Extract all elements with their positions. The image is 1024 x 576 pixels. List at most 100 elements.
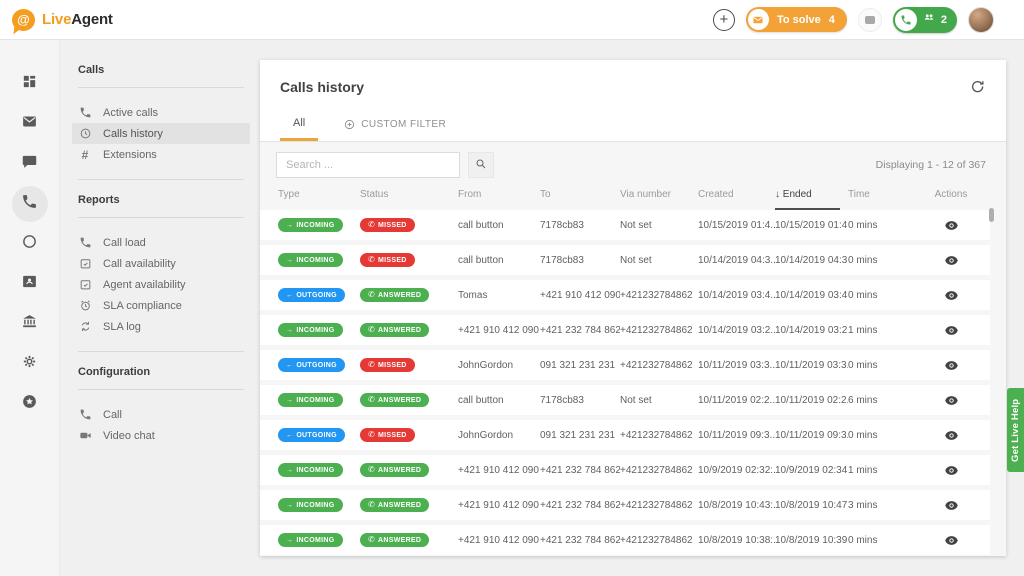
chat-icon bbox=[21, 153, 38, 175]
chat-bubble-icon bbox=[864, 15, 875, 24]
cell-time: 0 mins bbox=[848, 289, 878, 301]
view-call-eye-icon[interactable] bbox=[944, 463, 959, 478]
rail-item-gear[interactable] bbox=[12, 346, 48, 382]
cell-via-number: Not set bbox=[620, 219, 652, 231]
chat-toggle-button[interactable] bbox=[857, 7, 882, 32]
rail-item-bank[interactable] bbox=[12, 306, 48, 342]
view-call-eye-icon[interactable] bbox=[944, 218, 959, 233]
column-header-from[interactable]: From bbox=[458, 189, 540, 210]
user-avatar[interactable] bbox=[968, 6, 994, 33]
sidebar-item-extensions[interactable]: # Extensions bbox=[72, 144, 250, 165]
sidebar-item-sla-log[interactable]: SLA log bbox=[72, 316, 250, 337]
sidebar-item-calls-history[interactable]: Calls history bbox=[72, 123, 250, 144]
rail-item-star-circle[interactable] bbox=[12, 386, 48, 422]
sidebar-item-label: Call bbox=[103, 408, 122, 421]
calls-widget-count: 2 bbox=[940, 13, 947, 26]
view-call-eye-icon[interactable] bbox=[944, 533, 959, 548]
table-row[interactable]: ← OUTGOING ✆ ANSWERED Tomas +421 910 412 0… bbox=[260, 280, 990, 310]
cell-time: 0 mins bbox=[848, 429, 878, 441]
sidebar-section: Reports Call load Call availability Agen… bbox=[78, 194, 244, 352]
view-call-eye-icon[interactable] bbox=[944, 428, 959, 443]
call-type-badge: → INCOMING bbox=[278, 323, 343, 337]
tab-custom-filter[interactable]: CUSTOM FILTER bbox=[344, 117, 459, 141]
direction-arrow-icon: → bbox=[286, 221, 294, 229]
sidebar-item-active-calls[interactable]: Active calls bbox=[72, 102, 250, 123]
direction-arrow-icon: → bbox=[286, 396, 294, 404]
view-call-eye-icon[interactable] bbox=[944, 498, 959, 513]
phone-icon: ✆ bbox=[368, 535, 376, 544]
sidebar-item-call-load[interactable]: Call load bbox=[72, 232, 250, 253]
table-row[interactable]: → INCOMING ✆ ANSWERED +421 910 412 090 +42… bbox=[260, 315, 990, 345]
column-header-actions[interactable]: Actions bbox=[912, 189, 990, 210]
column-header-to[interactable]: To bbox=[540, 189, 620, 210]
column-header-created[interactable]: Created bbox=[698, 189, 775, 210]
direction-arrow-icon: → bbox=[286, 501, 294, 509]
table-row[interactable]: → INCOMING ✆ ANSWERED +421 910 412 090 +42… bbox=[260, 490, 990, 520]
sidebar-item-sla-compliance[interactable]: SLA compliance bbox=[72, 295, 250, 316]
table-row[interactable]: → INCOMING ✆ ANSWERED +421 910 412 090 +42… bbox=[260, 525, 990, 555]
dashboard-icon bbox=[21, 73, 38, 95]
rail-item-phone[interactable] bbox=[11, 186, 48, 222]
column-header-type[interactable]: Type bbox=[278, 189, 360, 210]
cell-ended: 10/14/2019 03:4.. bbox=[775, 289, 848, 301]
get-live-help-button[interactable]: Get Live Help bbox=[1007, 388, 1024, 472]
sidebar-item-video-chat[interactable]: Video chat bbox=[72, 425, 250, 446]
table-row[interactable]: → INCOMING ✆ ANSWERED call button 7178cb83… bbox=[260, 385, 990, 415]
cell-created: 10/9/2019 02:32:.. bbox=[698, 464, 775, 476]
column-header-status[interactable]: Status bbox=[360, 189, 458, 210]
cell-from: +421 910 412 090 bbox=[458, 499, 539, 511]
refresh-icon[interactable] bbox=[970, 79, 988, 97]
phone-icon bbox=[21, 193, 38, 215]
view-call-eye-icon[interactable] bbox=[944, 393, 959, 408]
search-button[interactable] bbox=[468, 152, 494, 178]
tab-bar: All CUSTOM FILTER bbox=[280, 117, 459, 141]
table-row[interactable]: → INCOMING ✆ MISSED call button 7178cb83 N… bbox=[260, 210, 990, 240]
cell-ended: 10/8/2019 10:39:.. bbox=[775, 534, 848, 546]
view-call-eye-icon[interactable] bbox=[944, 358, 959, 373]
table-row[interactable]: ← OUTGOING ✆ MISSED JohnGordon 091 321 231… bbox=[260, 350, 990, 380]
rail-item-chat[interactable] bbox=[12, 146, 48, 182]
calendar-check-icon bbox=[78, 278, 92, 292]
column-header-time[interactable]: Time bbox=[848, 189, 912, 210]
envelope-icon bbox=[747, 9, 769, 30]
rail-item-mail[interactable] bbox=[12, 106, 48, 142]
cell-time: 0 mins bbox=[848, 359, 878, 371]
to-solve-button[interactable]: To solve 4 bbox=[745, 7, 847, 32]
rail-item-contact-card[interactable] bbox=[12, 266, 48, 302]
view-call-eye-icon[interactable] bbox=[944, 253, 959, 268]
table-row[interactable]: → INCOMING ✆ MISSED call button 7178cb83 N… bbox=[260, 245, 990, 275]
to-solve-count: 4 bbox=[828, 13, 835, 26]
view-call-eye-icon[interactable] bbox=[944, 323, 959, 338]
cell-ended: 10/14/2019 03:2.. bbox=[775, 324, 848, 336]
cell-time: 0 mins bbox=[848, 219, 878, 231]
view-call-eye-icon[interactable] bbox=[944, 288, 959, 303]
calls-widget-button[interactable]: 2 bbox=[892, 6, 957, 33]
phone-icon: ✆ bbox=[368, 220, 376, 229]
column-header-via-number[interactable]: Via number bbox=[620, 189, 698, 210]
call-status-badge: ✆ MISSED bbox=[360, 253, 415, 267]
cell-time: 0 mins bbox=[848, 534, 878, 546]
liveagent-logo[interactable]: @ LiveAgent bbox=[12, 8, 113, 31]
add-button[interactable]: + bbox=[712, 8, 735, 31]
sidebar-item-call[interactable]: Call bbox=[72, 404, 250, 425]
table-row[interactable]: → INCOMING ✆ ANSWERED +421 910 412 090 +42… bbox=[260, 455, 990, 485]
search-icon bbox=[475, 158, 487, 173]
sidebar-item-label: Calls history bbox=[103, 127, 163, 140]
column-header-ended[interactable]: ↓ Ended bbox=[775, 189, 840, 210]
table-row[interactable]: ← OUTGOING ✆ MISSED JohnGordon 091 321 231… bbox=[260, 420, 990, 450]
sidebar-item-label: Extensions bbox=[103, 148, 157, 161]
cell-to: 7178cb83 bbox=[540, 254, 584, 266]
cell-from: call button bbox=[458, 394, 504, 406]
rail-item-clock[interactable] bbox=[12, 226, 48, 262]
search-input[interactable] bbox=[276, 152, 460, 178]
sidebar-item-call-availability[interactable]: Call availability bbox=[72, 253, 250, 274]
logo-speech-bubble-icon: @ bbox=[12, 8, 35, 31]
sidebar-section-title: Configuration bbox=[78, 366, 151, 378]
sidebar-item-agent-availability[interactable]: Agent availability bbox=[72, 274, 250, 295]
sidebar-item-label: SLA compliance bbox=[103, 299, 182, 312]
tab-all[interactable]: All bbox=[280, 117, 319, 141]
cell-to: +421 232 784 862 bbox=[540, 324, 620, 336]
rail-item-dashboard[interactable] bbox=[12, 66, 48, 102]
cell-ended: 10/8/2019 10:47:.. bbox=[775, 499, 848, 511]
scrollbar-thumb[interactable] bbox=[989, 208, 994, 222]
